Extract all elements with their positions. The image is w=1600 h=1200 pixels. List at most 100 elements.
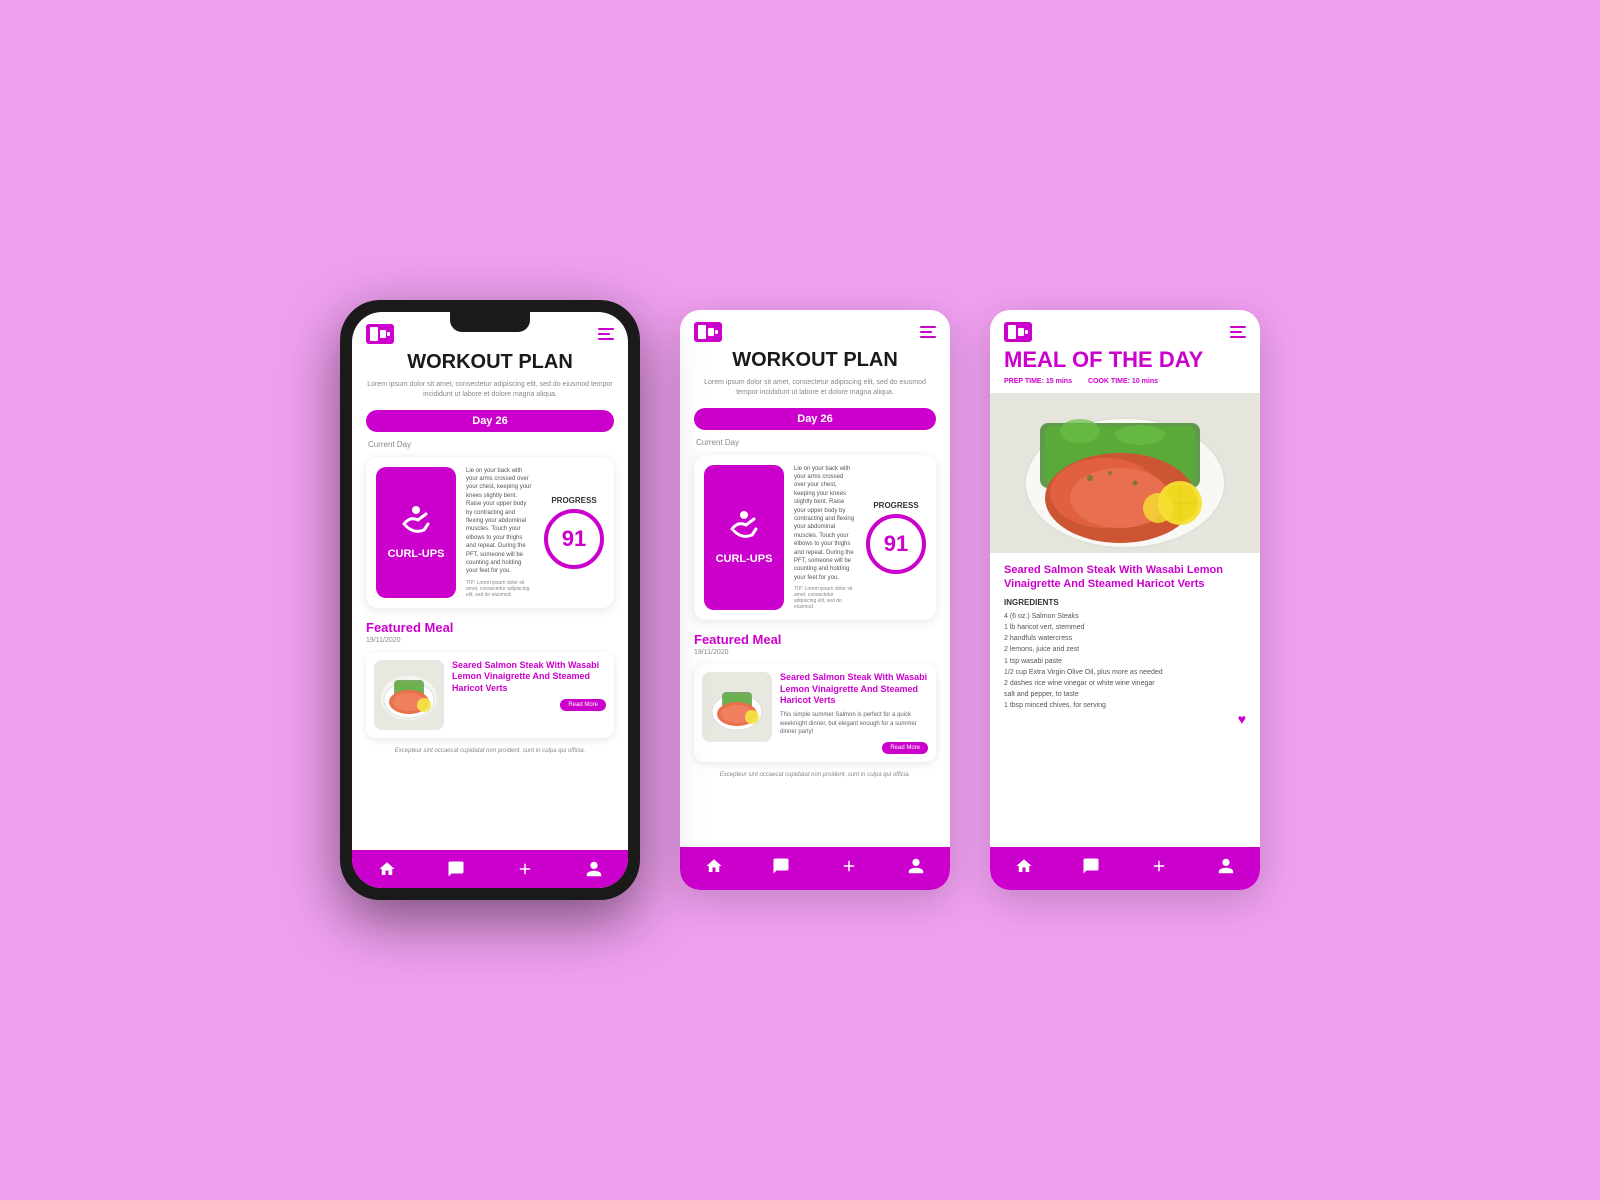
exercise-desc-2: Lie on your back with your arms crossed … [794,465,856,582]
flat-device-2: WORKOUT PLAN Lorem ipsum dolor sit amet,… [680,310,950,890]
featured-meal-title-2: Featured Meal [694,632,936,647]
exercise-name-1: CURL-UPS [388,548,445,560]
meal-card-title-2: Seared Salmon Steak With Wasabi Lemon Vi… [780,672,928,707]
hamburger-menu-3[interactable] [1230,326,1246,338]
meal-card-1: Seared Salmon Steak With Wasabi Lemon Vi… [366,652,614,738]
prep-time: PREP TIME: 15 mins [1004,378,1072,385]
nav-chat-2[interactable] [772,857,790,880]
app-logo-3 [1004,322,1032,342]
app-content-2: WORKOUT PLAN Lorem ipsum dolor sit amet,… [680,348,950,847]
meal-image-svg-2 [702,672,772,742]
meal-info-2: Seared Salmon Steak With Wasabi Lemon Vi… [780,672,928,754]
nav-chat-3[interactable] [1082,857,1100,880]
featured-meal-title-1: Featured Meal [366,620,614,635]
app-logo-1 [366,324,394,344]
meal-of-day-title: MEAL OF THE DAY [990,348,1260,378]
logo-icon-1 [366,324,394,344]
nav-add-2[interactable] [840,857,858,880]
progress-number-1: 91 [562,526,586,552]
logo-svg-1 [370,327,390,341]
nav-add-3[interactable] [1150,857,1168,880]
bottom-nav-3 [990,847,1260,890]
meal-detail-header-3 [990,310,1260,348]
current-day-2: Current Day [694,438,936,447]
nav-home-2[interactable] [705,857,723,880]
meal-image-1 [374,660,444,730]
ingredient-item: 4 (6 oz.) Salmon Steaks [1004,611,1246,622]
scene: WORKOUT PLAN Lorem ipsum dolor sit amet,… [100,300,1500,900]
exercise-name-2: CURL-UPS [716,553,773,565]
meal-card-desc-2: This simple summer Salmon is perfect for… [780,711,928,736]
progress-label-1: PROGRESS [551,496,596,505]
meal-detail-name: Seared Salmon Steak With Wasabi Lemon Vi… [1004,563,1246,592]
meal-card-2: Seared Salmon Steak With Wasabi Lemon Vi… [694,664,936,762]
app-header-2 [680,310,950,348]
current-day-1: Current Day [366,440,614,449]
curlup-icon-2 [724,509,764,549]
footer-text-2: Excepteur sint occaecat cupidatat non pr… [694,772,936,778]
page-subtitle-1: Lorem ipsum dolor sit amet, consectetur … [366,380,614,400]
ingredient-item: 2 lemons, juice and zest [1004,644,1246,655]
nav-user-1[interactable] [585,860,603,878]
ingredient-item: 1/2 cup Extra Virgin Olive Oil, plus mor… [1004,667,1246,678]
meal-detail-device-3: MEAL OF THE DAY PREP TIME: 15 mins COOK … [990,310,1260,890]
ingredient-item: 1 lb haricot vert, stemmed [1004,622,1246,633]
curlup-icon-1 [396,504,436,544]
progress-box-1: PROGRESS 91 [544,467,604,598]
app-content-1: WORKOUT PLAN Lorem ipsum dolor sit amet,… [352,350,628,850]
hamburger-menu-2[interactable] [920,326,936,338]
footer-text-1: Excepteur sint occaecat cupidatat non pr… [366,748,614,754]
page-title-2: WORKOUT PLAN [694,348,936,372]
meal-meta: PREP TIME: 15 mins COOK TIME: 10 mins [990,378,1260,393]
nav-chat-1[interactable] [447,860,465,878]
ingredient-item: 1 tsp wasabi paste [1004,656,1246,667]
exercise-card-1: CURL-UPS Lie on your back with your arms… [366,457,614,608]
ingredient-item: 1 tbsp minced chives, for serving [1004,700,1246,711]
progress-circle-1: 91 [544,509,604,569]
bottom-nav-1 [352,850,628,888]
progress-box-2: PROGRESS 91 [866,465,926,610]
meal-detail-content: Seared Salmon Steak With Wasabi Lemon Vi… [990,553,1260,847]
phone-screen-1: WORKOUT PLAN Lorem ipsum dolor sit amet,… [352,312,628,888]
nav-user-2[interactable] [907,857,925,880]
meal-card-title-1: Seared Salmon Steak With Wasabi Lemon Vi… [452,660,606,695]
logo-icon-2 [694,322,722,342]
nav-user-3[interactable] [1217,857,1235,880]
meal-image-2 [702,672,772,742]
page-subtitle-2: Lorem ipsum dolor sit amet, consectetur … [694,378,936,398]
heart-icon[interactable]: ♥ [1004,711,1246,727]
featured-meal-date-2: 19/11/2020 [694,649,936,656]
hero-image-svg [990,393,1260,553]
nav-home-1[interactable] [378,860,396,878]
meal-info-1: Seared Salmon Steak With Wasabi Lemon Vi… [452,660,606,711]
cook-time: COOK TIME: 10 mins [1088,378,1158,385]
meal-hero-image [990,393,1260,553]
app-logo-2 [694,322,722,342]
ingredients-list: 4 (6 oz.) Salmon Steaks1 lb haricot vert… [1004,611,1246,712]
ingredient-item: salt and pepper, to taste [1004,689,1246,700]
progress-number-2: 91 [884,531,908,557]
day-bar-1: Day 26 [366,410,614,432]
exercise-tip-1: TIP: Lorem ipsum dolor sit amet, consect… [466,580,534,598]
day-bar-2: Day 26 [694,408,936,430]
logo-svg-3 [1008,325,1028,339]
page-title-1: WORKOUT PLAN [366,350,614,374]
exercise-card-2: CURL-UPS Lie on your back with your arms… [694,455,936,620]
hamburger-menu-1[interactable] [598,328,614,340]
logo-svg-2 [698,325,718,339]
progress-circle-2: 91 [866,514,926,574]
exercise-tip-2: TIP: Lorem ipsum dolor sit amet, consect… [794,586,856,610]
read-more-btn-2[interactable]: Read More [882,742,928,754]
exercise-desc-1: Lie on your back with your arms crossed … [466,467,534,576]
exercise-icon-box-2: CURL-UPS [704,465,784,610]
nav-add-1[interactable] [516,860,534,878]
ingredient-item: 2 handfuls watercress [1004,633,1246,644]
exercise-icon-box-1: CURL-UPS [376,467,456,598]
ingredients-label: INGREDIENTS [1004,598,1246,607]
bottom-nav-2 [680,847,950,890]
phone-device-1: WORKOUT PLAN Lorem ipsum dolor sit amet,… [340,300,640,900]
featured-meal-date-1: 19/11/2020 [366,637,614,644]
nav-home-3[interactable] [1015,857,1033,880]
read-more-btn-1[interactable]: Read More [560,699,606,711]
ingredient-item: 2 dashes rice wine vinegar or white wine… [1004,678,1246,689]
